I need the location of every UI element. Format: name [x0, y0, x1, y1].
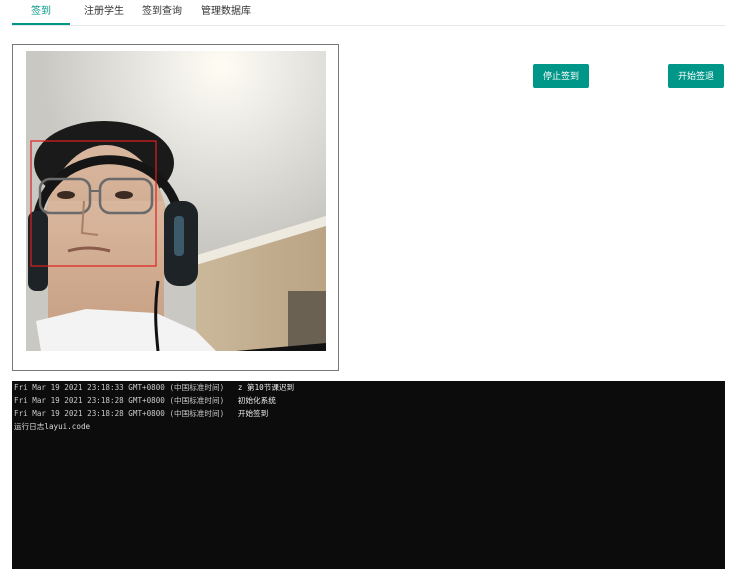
tab-checkin[interactable]: 签到	[12, 0, 70, 25]
tab-checkin-query[interactable]: 签到查询	[134, 0, 190, 24]
camera-feed	[26, 51, 326, 351]
log-line: Fri Mar 19 2021 23:18:33 GMT+0800 (中国标准时…	[14, 383, 295, 392]
camera-frame	[12, 44, 339, 371]
stop-checkin-button[interactable]: 停止签到	[533, 64, 590, 88]
tab-bar: 签到 注册学生 签到查询 管理数据库	[12, 0, 725, 26]
tab-register-student[interactable]: 注册学生	[74, 0, 134, 24]
log-line: Fri Mar 19 2021 23:18:28 GMT+0800 (中国标准时…	[14, 409, 269, 418]
camera-image	[26, 51, 326, 351]
run-log-console: Fri Mar 19 2021 23:18:33 GMT+0800 (中国标准时…	[12, 381, 725, 569]
log-footer: 运行日志layui.code	[14, 422, 91, 431]
start-checkout-button[interactable]: 开始签退	[668, 64, 725, 88]
log-line: Fri Mar 19 2021 23:18:28 GMT+0800 (中国标准时…	[14, 396, 276, 405]
tab-manage-database[interactable]: 管理数据库	[194, 0, 258, 24]
